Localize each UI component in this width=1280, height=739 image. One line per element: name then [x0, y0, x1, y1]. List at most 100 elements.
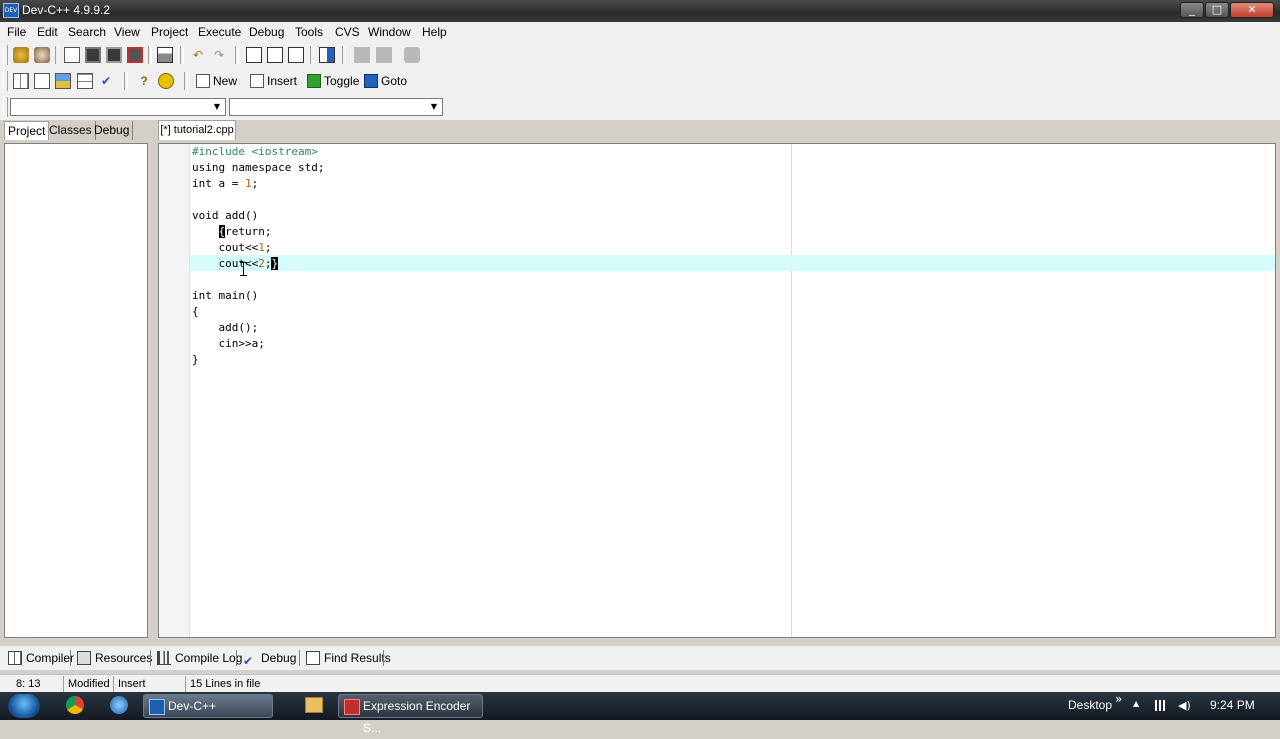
toolbar-grip[interactable] [3, 97, 8, 117]
member-select[interactable]: ▼ [229, 98, 443, 116]
media-player-icon[interactable] [110, 696, 128, 714]
toolbar-grip[interactable] [3, 45, 8, 65]
menu-debug[interactable]: Debug [249, 25, 284, 39]
insert-button[interactable]: Insert [250, 72, 297, 90]
tab-tutorial2-cpp[interactable]: [*] tutorial2.cpp [158, 120, 236, 140]
menu-tools[interactable]: Tools [295, 25, 323, 39]
tab-separator [236, 650, 237, 666]
start-button[interactable] [8, 694, 40, 718]
open-project-icon[interactable] [13, 47, 29, 63]
code-line-7[interactable]: cout<<1; [192, 240, 271, 256]
compile-log-icon [157, 651, 171, 665]
compile-icon[interactable] [13, 73, 29, 89]
find-icon[interactable] [246, 47, 262, 63]
menu-file[interactable]: File [7, 25, 26, 39]
code-line-3[interactable]: int a = 1; [192, 176, 258, 192]
code-line-12[interactable]: add(); [192, 320, 258, 336]
tab-find-results[interactable]: Find Results [306, 650, 391, 668]
app-icon[interactable]: DEV [3, 3, 19, 18]
taskbar-app-devcpp[interactable]: Dev-C++ [143, 694, 273, 718]
new-class-button[interactable]: New [196, 72, 237, 90]
close-button[interactable]: ✕ [1230, 2, 1274, 18]
save-all-icon[interactable] [106, 47, 122, 63]
code-line-13[interactable]: cin>>a; [192, 336, 264, 352]
taskbar-app-devcpp-label: Dev-C++ [168, 699, 217, 713]
unindent-icon[interactable] [376, 47, 392, 63]
class-select[interactable]: ▼ [10, 98, 226, 116]
editor-gutter[interactable] [159, 144, 190, 637]
tab-project[interactable]: Project [4, 121, 50, 140]
tab-compile-log[interactable]: Compile Log [157, 650, 242, 668]
toggle-bookmark-button[interactable]: Toggle [307, 72, 359, 90]
window-title: Dev-C++ 4.9.9.2 [22, 3, 111, 17]
goto-bookmark-button[interactable]: Goto [364, 72, 407, 90]
toolbar-separator [310, 46, 314, 64]
toolbar-separator [148, 46, 152, 64]
clock[interactable]: 9:24 PM [1210, 698, 1255, 712]
chrome-icon[interactable] [66, 696, 84, 714]
maximize-button[interactable]: □ [1205, 2, 1229, 18]
title-bar[interactable]: DEV Dev-C++ 4.9.9.2 _ □ ✕ [0, 0, 1280, 22]
code-line-5[interactable]: void add() [192, 208, 258, 224]
menu-project[interactable]: Project [151, 25, 188, 39]
toolbar-separator [55, 46, 59, 64]
menu-cvs[interactable]: CVS [335, 25, 360, 39]
check-syntax-icon[interactable]: ✔ [98, 73, 114, 89]
menu-view[interactable]: View [114, 25, 140, 39]
toggle-comment-icon[interactable] [404, 47, 420, 63]
tab-separator [70, 650, 71, 666]
find-next-icon[interactable] [288, 47, 304, 63]
desktop-toolbar-label[interactable]: Desktop [1068, 698, 1112, 712]
volume-icon[interactable]: ◀) [1178, 700, 1191, 712]
menu-window[interactable]: Window [368, 25, 411, 39]
redo-icon[interactable]: ↷ [211, 47, 227, 63]
replace-icon[interactable] [267, 47, 283, 63]
folder-icon[interactable] [305, 697, 323, 713]
run-icon[interactable] [34, 73, 50, 89]
new-file-icon[interactable] [64, 47, 80, 63]
tab-separator [383, 650, 384, 666]
close-file-icon[interactable] [127, 47, 143, 63]
toolbar-separator [235, 46, 239, 64]
indent-icon[interactable] [354, 47, 370, 63]
network-icon[interactable] [1155, 700, 1167, 711]
code-line-11[interactable]: { [192, 304, 199, 320]
toolbar-chevron-icon[interactable]: » [1115, 692, 1122, 706]
toolbar-separator [342, 46, 346, 64]
menu-help[interactable]: Help [422, 25, 447, 39]
rebuild-icon[interactable] [77, 73, 93, 89]
toolbar-grip[interactable] [3, 71, 8, 91]
output-tabs: Compiler Resources Compile Log ✔ Debug Fi… [0, 646, 1280, 670]
help-icon[interactable]: ? [136, 73, 152, 89]
show-hidden-icons-icon[interactable]: ▲ [1133, 699, 1139, 708]
minimize-button[interactable]: _ [1180, 2, 1204, 18]
close-project-icon[interactable] [34, 47, 50, 63]
project-panel[interactable] [4, 143, 148, 638]
chevron-down-icon[interactable]: ▼ [210, 100, 224, 114]
goto-line-icon[interactable] [319, 47, 335, 63]
class-browser-bar: ▼ ▼ [0, 94, 1280, 120]
debug-check-icon: ✔ [243, 654, 254, 668]
taskbar-app-expression-encoder[interactable]: Expression Encoder S... [338, 694, 483, 735]
code-line-8[interactable]: cout<<2;} [192, 256, 279, 272]
tab-debug[interactable]: ✔ Debug [243, 650, 296, 668]
undo-icon[interactable]: ↶ [190, 47, 206, 63]
menu-edit[interactable]: Edit [37, 25, 58, 39]
code-line-6[interactable]: {return; [192, 224, 271, 240]
menu-search[interactable]: Search [68, 25, 106, 39]
code-editor[interactable]: #include <iostream> using namespace std;… [158, 143, 1276, 638]
print-icon[interactable] [157, 47, 173, 63]
tab-resources[interactable]: Resources [77, 650, 152, 668]
code-line-10[interactable]: int main() [192, 288, 258, 304]
save-icon[interactable] [85, 47, 101, 63]
code-line-1[interactable]: #include <iostream> [192, 144, 318, 160]
tab-debug-panel[interactable]: Debug [91, 121, 134, 140]
tab-compiler[interactable]: Compiler [8, 650, 74, 668]
about-icon[interactable] [158, 73, 174, 89]
compile-run-icon[interactable] [55, 73, 71, 89]
menu-execute[interactable]: Execute [198, 25, 241, 39]
tab-classes[interactable]: Classes [46, 121, 96, 140]
code-line-2[interactable]: using namespace std; [192, 160, 324, 176]
code-line-14[interactable]: } [192, 352, 199, 368]
chevron-down-icon[interactable]: ▼ [427, 100, 441, 114]
